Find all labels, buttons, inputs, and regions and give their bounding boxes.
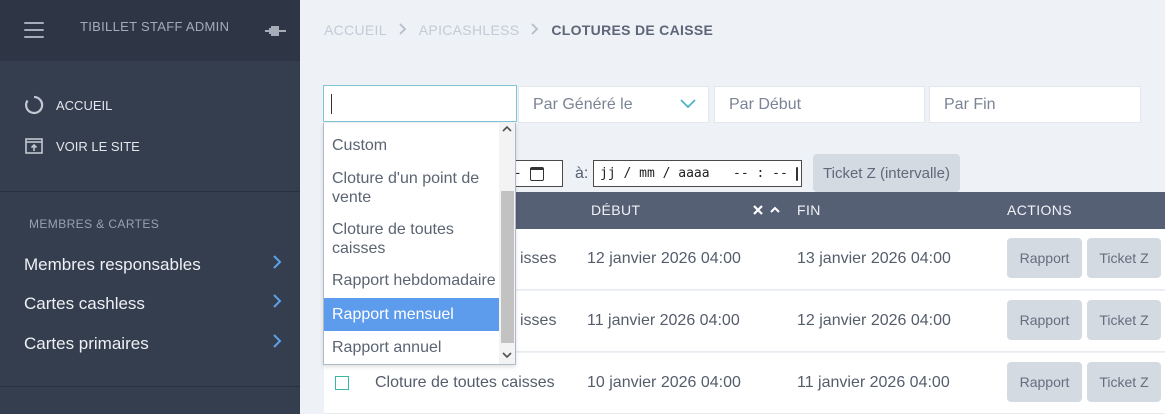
type-dropdown-list: Custom Cloture d'un point de vente Clotu… <box>323 123 516 365</box>
row-type: isses <box>520 312 557 329</box>
chevron-right-icon <box>272 293 282 314</box>
chevron-right-icon <box>272 333 282 354</box>
breadcrumb-current: CLOTURES DE CAISSE <box>551 22 714 38</box>
interval-a-label: à: <box>575 165 589 182</box>
clear-sort-icon[interactable] <box>752 203 764 219</box>
date-end-input[interactable]: jj / mm / aaaa -- : -- <box>593 160 802 187</box>
genere-le-filter-select[interactable]: Par Généré le <box>518 86 709 123</box>
type-filter-input[interactable] <box>323 85 517 122</box>
sidebar-item-label: Cartes cashless <box>24 293 145 313</box>
column-debut[interactable]: DÉBUT <box>591 202 640 218</box>
sidebar-section-title: MEMBRES & CARTES <box>29 217 160 231</box>
option-rapport-annuel[interactable]: Rapport annuel <box>324 338 499 357</box>
breadcrumb: ACCUEIL APICASHLESS CLOTURES DE CAISSE <box>324 22 713 38</box>
debut-placeholder: Par Début <box>729 95 802 113</box>
row-fin: 11 janvier 2026 04:00 <box>797 374 950 391</box>
ticket-z-interval-button[interactable]: Ticket Z (intervalle) <box>813 154 960 192</box>
row-fin: 12 janvier 2026 04:00 <box>797 312 951 329</box>
column-fin[interactable]: FIN <box>797 202 821 218</box>
debut-filter-input[interactable]: Par Début <box>714 86 925 123</box>
row-fin: 13 janvier 2026 04:00 <box>797 250 951 267</box>
breadcrumb-accueil[interactable]: ACCUEIL <box>324 22 387 38</box>
select-value: Par Généré le <box>533 95 633 113</box>
sidebar-item-label: Cartes primaires <box>24 333 149 353</box>
scrollbar-thumb[interactable] <box>501 191 514 343</box>
calendar-icon[interactable] <box>529 166 544 181</box>
row-select-checkbox[interactable] <box>335 376 349 390</box>
scroll-up-icon[interactable] <box>502 125 512 136</box>
row-debut: 11 janvier 2026 04:00 <box>587 312 740 329</box>
row-type: isses <box>520 250 557 267</box>
rapport-button[interactable]: Rapport <box>1007 300 1082 340</box>
ticket-z-button[interactable]: Ticket Z <box>1087 238 1161 278</box>
sidebar-item-label: ACCUEIL <box>56 97 113 113</box>
text-cursor <box>331 93 332 114</box>
option-rapport-mensuel[interactable]: Rapport mensuel <box>324 298 499 331</box>
sort-ascending-icon[interactable] <box>769 203 781 219</box>
sidebar-item-accueil[interactable]: ACCUEIL <box>24 95 112 115</box>
option-rapport-hebdomadaire[interactable]: Rapport hebdomadaire <box>324 271 499 290</box>
ticket-z-button[interactable]: Ticket Z <box>1087 362 1161 402</box>
fin-placeholder: Par Fin <box>944 95 996 113</box>
sidebar: TIBILLET STAFF ADMIN ACCUEIL VOIR LE SIT… <box>0 0 300 414</box>
option-cloture-toutes-caisses[interactable]: Cloture de toutes caisses <box>324 220 499 258</box>
chevron-right-icon <box>272 254 282 275</box>
calendar-icon[interactable] <box>795 166 798 181</box>
menu-icon[interactable] <box>24 22 44 38</box>
ticket-z-button[interactable]: Ticket Z <box>1087 300 1161 340</box>
row-type: Cloture de toutes caisses <box>375 374 555 391</box>
sidebar-divider <box>0 191 300 192</box>
sidebar-item-label: Membres responsables <box>24 254 201 274</box>
sidebar-item-cartes-cashless[interactable]: Cartes cashless <box>24 293 282 314</box>
breadcrumb-apicashless[interactable]: APICASHLESS <box>419 22 520 38</box>
dropdown-scrollbar[interactable] <box>499 123 515 364</box>
option-cloture-point-de-vente[interactable]: Cloture d'un point de vente <box>324 169 499 207</box>
rapport-button[interactable]: Rapport <box>1007 238 1082 278</box>
option-custom[interactable]: Custom <box>324 136 499 155</box>
chevron-right-icon <box>531 22 539 38</box>
date-end-placeholder: jj / mm / aaaa -- : -- <box>600 166 788 181</box>
sidebar-item-label: VOIR LE SITE <box>56 138 140 154</box>
row-debut: 10 janvier 2026 04:00 <box>587 374 741 391</box>
fin-filter-input[interactable]: Par Fin <box>929 86 1141 123</box>
app-title: TIBILLET STAFF ADMIN <box>80 19 230 34</box>
pin-icon[interactable] <box>263 22 287 42</box>
sidebar-item-membres-responsables[interactable]: Membres responsables <box>24 254 282 275</box>
chevron-down-icon <box>680 96 696 114</box>
dashboard-icon <box>24 95 44 115</box>
chevron-right-icon <box>399 22 407 38</box>
row-debut: 12 janvier 2026 04:00 <box>587 250 741 267</box>
sidebar-header: TIBILLET STAFF ADMIN <box>0 0 300 61</box>
sidebar-item-voir-le-site[interactable]: VOIR LE SITE <box>24 136 140 156</box>
external-site-icon <box>24 136 44 156</box>
scroll-down-icon[interactable] <box>502 351 512 362</box>
rapport-button[interactable]: Rapport <box>1007 362 1082 402</box>
sidebar-divider <box>0 386 300 387</box>
column-actions: ACTIONS <box>1007 202 1073 218</box>
sidebar-item-cartes-primaires[interactable]: Cartes primaires <box>24 333 282 354</box>
